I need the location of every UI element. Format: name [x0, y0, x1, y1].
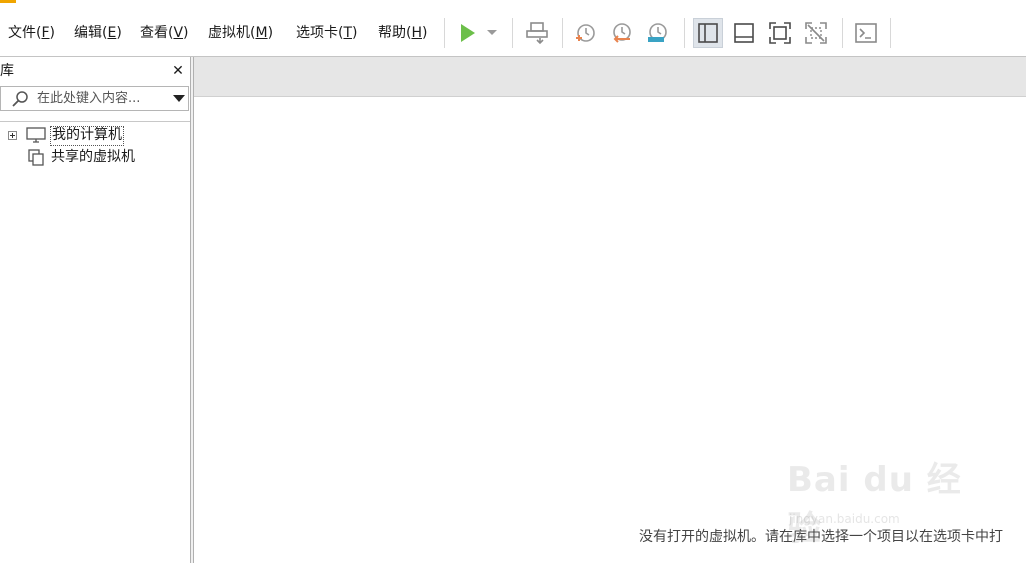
tab-strip: [194, 57, 1026, 97]
watermark-url: jingyan.baidu.com: [789, 512, 900, 526]
menu-edit[interactable]: 编辑(E): [72, 23, 124, 43]
show-thumbnail-bar-icon: [734, 23, 754, 43]
send-ctrl-alt-del-button[interactable]: [522, 18, 552, 48]
menu-accelerator-key: M: [255, 25, 268, 41]
power-options-dropdown[interactable]: [480, 18, 504, 48]
send-ctrl-alt-del-icon: [526, 22, 548, 45]
play-icon: [461, 24, 475, 42]
shared-vms-icon: [28, 149, 44, 166]
menu-tabs[interactable]: 选项卡(T): [294, 23, 360, 43]
toolbar-separator: [842, 18, 843, 48]
menu-bar: 文件(F) 编辑(E) 查看(V) 虚拟机(M) 选项卡(T) 帮助(H): [0, 10, 1026, 56]
take-snapshot-button[interactable]: [570, 18, 600, 48]
library-tree: 我的计算机 共享的虚拟机: [0, 121, 190, 563]
toolbar-separator: [562, 18, 563, 48]
chevron-down-icon: [487, 30, 497, 35]
library-panel: 库 ✕ 我的计算机 共享的虚拟机: [0, 57, 190, 563]
snapshot-manager-button[interactable]: [642, 18, 672, 48]
menu-accelerator-key: T: [343, 25, 353, 41]
library-close-button[interactable]: ✕: [170, 61, 186, 81]
library-search-box: [0, 86, 189, 111]
toolbar-separator: [684, 18, 685, 48]
menu-view[interactable]: 查看(V): [138, 23, 191, 43]
title-bar: [0, 0, 1026, 10]
monitor-icon: [26, 127, 46, 143]
snapshot-manager-icon: [648, 23, 667, 42]
menu-accelerator-key: H: [411, 25, 422, 41]
unity-icon: [805, 22, 827, 44]
fullscreen-icon: [769, 22, 791, 44]
toolbar-separator: [512, 18, 513, 48]
library-title: 库: [0, 63, 14, 79]
revert-snapshot-button[interactable]: [606, 18, 636, 48]
tree-item-shared-vms[interactable]: 共享的虚拟机: [0, 148, 190, 168]
menu-accelerator-key: F: [41, 25, 50, 41]
snapshot-take-icon: [576, 24, 595, 42]
search-dropdown-icon[interactable]: [173, 95, 185, 103]
menu-accelerator-key: V: [173, 25, 184, 41]
power-on-button[interactable]: [452, 18, 482, 48]
menu-file[interactable]: 文件(F): [6, 23, 57, 43]
snapshot-revert-icon: [613, 23, 631, 43]
console-view-button[interactable]: [851, 18, 881, 48]
library-search-input[interactable]: [37, 89, 165, 108]
tree-item-my-computer[interactable]: 我的计算机: [0, 126, 190, 146]
toolbar-separator: [890, 18, 891, 48]
search-icon: [12, 91, 28, 107]
app-logo: [0, 0, 16, 3]
console-icon: [855, 23, 877, 43]
show-library-button[interactable]: [693, 18, 723, 48]
fullscreen-button[interactable]: [765, 18, 795, 48]
unity-button[interactable]: [801, 18, 831, 48]
expand-icon[interactable]: [8, 131, 17, 140]
toolbar-separator: [444, 18, 445, 48]
show-library-icon: [698, 23, 718, 43]
menu-accelerator-key: E: [107, 25, 117, 41]
menu-help[interactable]: 帮助(H): [376, 23, 429, 43]
menu-vm[interactable]: 虚拟机(M): [206, 23, 275, 43]
show-thumbnail-bar-button[interactable]: [729, 18, 759, 48]
watermark-logo: Bai du 经验: [787, 460, 962, 549]
tree-item-label: 共享的虚拟机: [51, 149, 135, 165]
tree-item-label: 我的计算机: [50, 126, 124, 146]
baidu-jingyan-watermark: Bai du 经验 jingyan.baidu.com: [787, 452, 977, 549]
